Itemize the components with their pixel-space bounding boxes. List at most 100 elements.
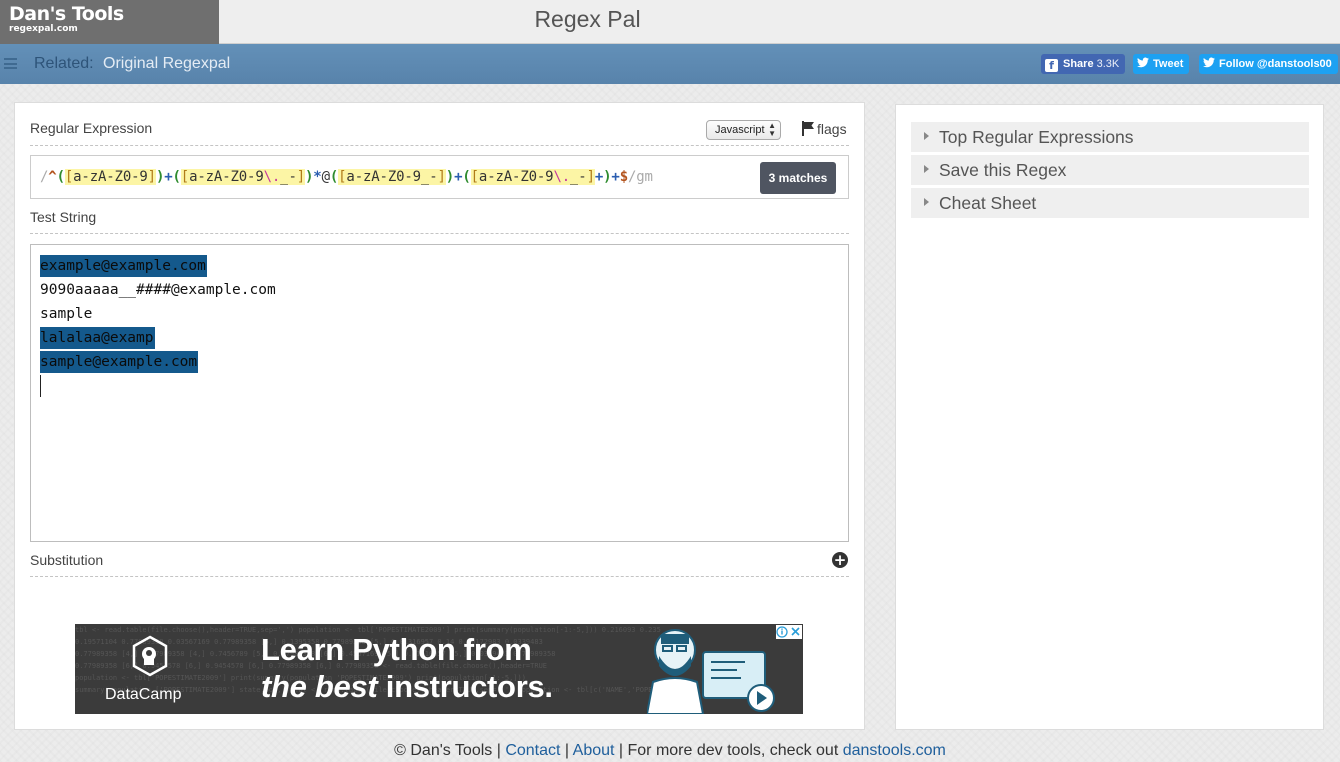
flags-button[interactable]: flags — [801, 121, 847, 137]
flavor-value: Javascript — [715, 124, 765, 136]
regex-token: z — [362, 169, 372, 185]
regex-token: \. — [263, 169, 281, 185]
regex-token: + — [594, 169, 604, 185]
ad-choices-icon[interactable] — [776, 625, 802, 639]
regex-token: A — [503, 169, 513, 185]
regex-token: Z — [520, 169, 529, 185]
regex-token: z — [205, 169, 214, 185]
footer-text: | For more dev tools, check out — [614, 742, 843, 759]
tweet-button[interactable]: Tweet — [1133, 54, 1190, 74]
regex-token: z — [89, 169, 98, 185]
flag-icon — [802, 121, 814, 136]
regex-token: + — [611, 169, 620, 185]
regex-token: ) — [445, 169, 455, 185]
about-link[interactable]: About — [573, 742, 615, 759]
twitter-bird-icon — [1137, 57, 1149, 68]
flavor-select[interactable]: Javascript ▲ ▼ — [706, 120, 781, 140]
regex-token: 9 — [139, 169, 148, 185]
footer-separator: | — [492, 742, 506, 759]
regex-token: ( — [56, 169, 65, 185]
regex-token: Z — [114, 169, 123, 185]
regex-token: - — [578, 169, 587, 185]
footer-copyright: © Dan's Tools — [394, 742, 493, 759]
test-string-textarea[interactable]: example@example.com 9090aaaaa__####@examp… — [30, 244, 849, 542]
flags-label: flags — [817, 121, 847, 137]
page-title: Regex Pal — [534, 6, 641, 32]
regex-token: A — [97, 169, 107, 185]
section-divider — [30, 145, 849, 146]
ad-headline-line1: Learn Python from — [261, 632, 532, 667]
text-cursor — [40, 375, 41, 397]
ad-headline-rest: instructors. — [377, 669, 553, 704]
regex-input[interactable]: /^([a-zA-Z0-9])+([a-zA-Z0-9\._-])*@([a-z… — [30, 155, 849, 199]
regex-highlighted-text: /^([a-zA-Z0-9])+([a-zA-Z0-9\._-])*@([a-z… — [40, 169, 653, 185]
regex-token: ] — [586, 169, 595, 185]
regex-token: - — [379, 169, 388, 185]
top-bar: Dan's Tools regexpal.com Regex Pal — [0, 0, 1340, 44]
regex-token: $ — [619, 169, 628, 185]
test-string-label: Test String — [30, 209, 97, 225]
regex-token: [ — [470, 169, 479, 185]
regex-token: - — [106, 169, 115, 185]
sidebar-item-save-this-regex[interactable]: Save this Regex — [911, 155, 1309, 185]
regex-token: Z — [230, 169, 239, 185]
caret-right-icon — [924, 198, 929, 206]
regex-token: _ — [420, 169, 430, 185]
regex-token: @ — [321, 169, 330, 185]
ad-headline-italic: the best — [261, 669, 378, 704]
match-count-badge: 3 matches — [760, 162, 836, 194]
sidebar-item-top-regular-expressions[interactable]: Top Regular Expressions — [911, 122, 1309, 152]
regex-token: z — [495, 169, 504, 185]
sidebar-item-label: Save this Regex — [939, 160, 1067, 180]
datacamp-logo-icon — [132, 635, 168, 677]
regex-token: - — [288, 169, 297, 185]
test-line: 9090aaaaa__####@example.com — [40, 282, 276, 298]
regex-flags: gm — [636, 169, 653, 185]
regex-token: 0 — [238, 169, 248, 185]
regex-token: + — [164, 169, 173, 185]
sidebar-item-cheat-sheet[interactable]: Cheat Sheet — [911, 188, 1309, 218]
regex-token: 9 — [255, 169, 264, 185]
regex-token: - — [429, 169, 438, 185]
ad-headline-line2: the best instructors. — [261, 669, 553, 705]
regex-token: \. — [553, 169, 570, 185]
regex-token: ( — [329, 169, 339, 185]
original-regexpal-link[interactable]: Original Regexpal — [103, 55, 230, 73]
select-arrows-icon: ▲ ▼ — [768, 121, 776, 138]
regex-token: - — [536, 169, 546, 185]
share-count: 3.3K — [1096, 58, 1120, 70]
matched-test-line: example@example.com — [40, 255, 207, 277]
regex-token: ] — [147, 169, 156, 185]
related-label: Related: — [34, 55, 94, 72]
advertisement-banner[interactable]: tbl <- read.table(file.choose(),header=T… — [75, 624, 803, 714]
follow-button[interactable]: Follow @danstools00 — [1199, 54, 1338, 74]
regex-token: * — [313, 169, 322, 185]
regex-token: - — [81, 169, 90, 185]
regex-token: - — [197, 169, 206, 185]
regex-token: [ — [64, 169, 74, 185]
follow-label: Follow @danstools00 — [1219, 58, 1332, 70]
danstools-link[interactable]: danstools.com — [843, 742, 946, 759]
regex-token: A — [213, 169, 223, 185]
footer: © Dan's Tools | Contact | About | For mo… — [0, 742, 1340, 760]
menu-icon[interactable] — [4, 58, 17, 69]
caret-right-icon — [924, 132, 929, 140]
regex-section-label: Regular Expression — [30, 120, 153, 136]
twitter-bird-icon — [1203, 57, 1215, 68]
regex-token: - — [354, 169, 363, 185]
section-divider — [30, 233, 849, 234]
matched-test-line: sample@example.com — [40, 351, 199, 373]
sidebar-item-label: Top Regular Expressions — [939, 127, 1134, 147]
add-substitution-icon[interactable]: + — [832, 552, 848, 568]
regex-token: ) — [155, 169, 165, 185]
regex-token: - — [404, 169, 413, 185]
regex-token: [ — [180, 169, 190, 185]
contact-link[interactable]: Contact — [505, 742, 560, 759]
substitution-label: Substitution — [30, 552, 104, 568]
regex-token: a — [346, 169, 355, 185]
facebook-share-button[interactable]: f Share 3.3K — [1041, 54, 1126, 74]
ad-brand-name: DataCamp — [105, 686, 182, 703]
regex-token: 0 — [528, 169, 537, 185]
facebook-icon: f — [1045, 59, 1058, 72]
regex-token: ( — [462, 169, 471, 185]
